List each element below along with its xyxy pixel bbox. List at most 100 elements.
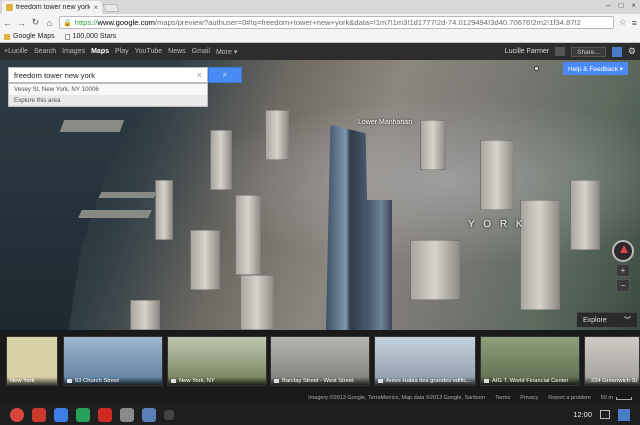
explore-button[interactable]: Explore ︾ — [577, 312, 637, 327]
chrome-app-icon[interactable] — [10, 407, 24, 422]
zoom-in-button[interactable]: + — [616, 264, 630, 277]
gbar-play[interactable]: Play — [115, 48, 129, 55]
gbar-plus[interactable]: +Lucille — [4, 48, 28, 55]
app-launcher-icon[interactable] — [164, 409, 174, 420]
maps-bookmark-icon — [4, 33, 10, 40]
map-footer: Imagery ©2013 Google, TerraMetrics, Map … — [0, 392, 640, 404]
bookmark-label: Google Maps — [13, 33, 55, 40]
photo-thumb[interactable]: AIG T. World Financial Center — [480, 336, 580, 386]
photo-thumb[interactable]: New York, NY — [167, 336, 267, 386]
profile-icon[interactable] — [618, 408, 630, 421]
photo-caption: New York — [10, 378, 35, 384]
building — [130, 300, 160, 330]
gmail-app-icon[interactable] — [32, 407, 46, 422]
photo-caption: AIG T. World Financial Center — [492, 378, 569, 384]
notifications-icon[interactable] — [555, 47, 566, 56]
url-path: /maps/preview?authuser=0#!q=freedom+towe… — [154, 18, 581, 27]
suggestion-item[interactable]: Explore this area — [9, 95, 207, 106]
url-scheme: https:// — [74, 18, 98, 27]
gbar-maps[interactable]: Maps — [91, 48, 109, 55]
zoom-out-button[interactable]: − — [616, 279, 630, 292]
building — [570, 180, 600, 250]
drive-app-icon[interactable] — [76, 407, 90, 422]
os-shelf: 12:00 — [0, 404, 640, 425]
back-icon[interactable]: ← — [3, 18, 12, 28]
report-problem-link[interactable]: Report a problem — [548, 395, 591, 401]
photo-thumb[interactable]: 234 Greenwich St — [584, 336, 640, 386]
bookmark-star-icon[interactable]: ☆ — [619, 17, 627, 28]
user-name[interactable]: Lucille Farmer — [505, 48, 549, 55]
building — [240, 275, 274, 330]
building — [265, 110, 289, 160]
gbar-gmail[interactable]: Gmail — [192, 48, 210, 55]
photo-thumb[interactable]: 53 Church Street — [63, 336, 163, 386]
map-label-lower-manhattan: Lower Manhattan — [358, 119, 413, 126]
address-bar[interactable]: 🔒 https://www.google.com/maps/preview?au… — [59, 16, 614, 29]
photo-thumb[interactable]: New York — [6, 336, 58, 386]
gbar-more[interactable]: More ▾ — [216, 48, 237, 56]
bookmark-100000-stars[interactable]: 100,000 Stars — [64, 33, 116, 40]
scale-bar[interactable]: 50 m — [601, 395, 632, 401]
photo-thumb[interactable]: Antes Habia dos grandes edific... — [374, 336, 476, 386]
camera-icon — [484, 379, 489, 383]
one-world-trade-center[interactable] — [326, 125, 370, 330]
new-tab-button[interactable] — [102, 4, 120, 12]
help-feedback-button[interactable]: Help & Feedback ▾ — [563, 62, 628, 75]
youtube-app-icon[interactable] — [98, 407, 112, 422]
photo-thumb[interactable]: Barclay Street - West Street — [270, 336, 370, 386]
avatar[interactable] — [611, 46, 622, 57]
tab-close-icon[interactable]: × — [93, 3, 98, 12]
url-host: www.google.com — [97, 18, 155, 27]
share-button[interactable]: Share... — [571, 46, 606, 57]
gbar-search[interactable]: Search — [34, 48, 56, 55]
pier — [98, 192, 157, 198]
building — [480, 140, 514, 210]
search-input[interactable]: freedom tower new york × — [8, 67, 208, 83]
location-pin-icon[interactable] — [534, 66, 539, 71]
gbar-news[interactable]: News — [168, 48, 186, 55]
wifi-icon[interactable] — [600, 410, 610, 419]
tab-strip: freedom tower new york × – □ × — [0, 0, 640, 14]
building — [520, 200, 560, 310]
building — [155, 180, 173, 240]
forward-icon[interactable]: → — [17, 18, 26, 28]
files-app-icon[interactable] — [142, 407, 156, 422]
gear-icon[interactable]: ⚙ — [628, 46, 636, 57]
maximize-icon[interactable]: □ — [618, 1, 623, 10]
tower-two — [366, 200, 392, 330]
gbar-images[interactable]: Images — [62, 48, 85, 55]
gbar-youtube[interactable]: YouTube — [135, 48, 163, 55]
reload-icon[interactable]: ↻ — [31, 17, 40, 28]
window-controls: – □ × — [606, 1, 636, 10]
bookmark-google-maps[interactable]: Google Maps — [4, 33, 55, 40]
map-controls: + − — [612, 240, 634, 292]
search-query: freedom tower new york — [14, 70, 96, 80]
search-icon: ⌕ — [222, 70, 228, 79]
home-icon[interactable]: ⌂ — [45, 18, 54, 28]
photo-caption: Antes Habia dos grandes edific... — [386, 378, 472, 384]
suggestion-item[interactable]: Vesey St, New York, NY 10006 — [9, 84, 207, 95]
browser-tab[interactable]: freedom tower new york × — [2, 1, 102, 14]
privacy-link[interactable]: Privacy — [520, 395, 538, 401]
compass-icon[interactable] — [612, 240, 634, 262]
camera-icon — [67, 379, 72, 383]
search-button[interactable]: ⌕ — [208, 67, 242, 83]
close-window-icon[interactable]: × — [631, 1, 636, 10]
photo-strip: New York 53 Church Street New York, NY B… — [0, 330, 640, 392]
minimize-icon[interactable]: – — [606, 1, 610, 10]
clock[interactable]: 12:00 — [573, 410, 592, 419]
search-suggestions: Vesey St, New York, NY 10006 Explore thi… — [8, 83, 208, 107]
building — [410, 240, 460, 300]
photo-caption: New York, NY — [179, 378, 215, 384]
building — [190, 230, 220, 290]
terms-link[interactable]: Terms — [495, 395, 510, 401]
chrome-menu-icon[interactable]: ≡ — [632, 18, 637, 28]
photo-caption: Barclay Street - West Street — [282, 378, 354, 384]
page-icon — [64, 33, 70, 40]
pier — [78, 210, 152, 218]
tab-title: freedom tower new york — [16, 4, 91, 11]
clear-search-icon[interactable]: × — [197, 70, 202, 80]
google-search-app-icon[interactable] — [54, 407, 68, 422]
maps-window-icon[interactable] — [120, 407, 134, 422]
chevron-down-icon: ︾ — [624, 317, 631, 324]
